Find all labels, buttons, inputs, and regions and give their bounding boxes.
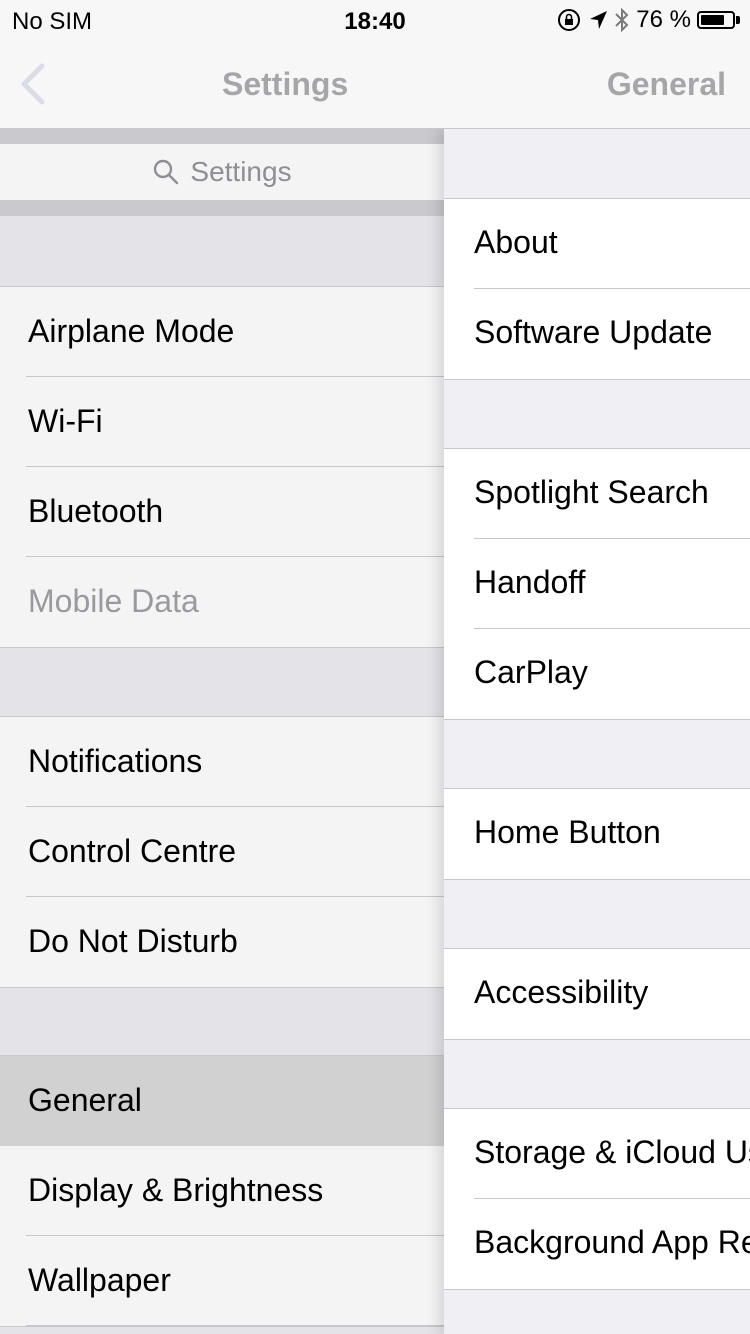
search-bar: Settings	[0, 129, 444, 216]
battery-cap	[736, 16, 740, 24]
settings-item-label: Wallpaper	[28, 1262, 171, 1298]
settings-item-control-centre[interactable]: Control Centre	[0, 807, 444, 897]
settings-group-general: General Display & Brightness Wallpaper	[0, 1055, 444, 1327]
settings-item-wifi[interactable]: Wi-Fi	[0, 377, 444, 467]
settings-group-connectivity: Airplane Mode Wi-Fi Bluetooth Mobile Dat…	[0, 286, 444, 648]
status-bar: No SIM 18:40 76 %	[0, 0, 750, 40]
settings-item-label: Notifications	[28, 743, 203, 779]
general-item-home-button[interactable]: Home Button	[444, 789, 750, 879]
general-item-software-update[interactable]: Software Update	[444, 289, 750, 379]
settings-item-display-brightness[interactable]: Display & Brightness	[0, 1146, 444, 1236]
bluetooth-icon	[615, 7, 629, 33]
general-item-label: Storage & iCloud Usage	[474, 1134, 750, 1170]
nav-title-general: General	[606, 66, 726, 102]
settings-item-label: Mobile Data	[28, 583, 199, 619]
search-placeholder: Settings	[190, 156, 292, 187]
settings-item-bluetooth[interactable]: Bluetooth	[0, 467, 444, 557]
general-group-storage: Storage & iCloud Usage Background App Re…	[444, 1108, 750, 1290]
general-item-spotlight-search[interactable]: Spotlight Search	[444, 449, 750, 539]
settings-item-general[interactable]: General	[0, 1056, 444, 1146]
settings-item-mobile-data: Mobile Data	[0, 557, 444, 647]
general-item-label: Software Update	[474, 314, 713, 350]
general-item-label: Spotlight Search	[474, 474, 709, 510]
search-icon	[154, 159, 179, 185]
general-item-label: Background App Refresh	[474, 1224, 750, 1260]
general-group-features: Spotlight Search Handoff CarPlay	[444, 448, 750, 720]
general-item-background-app-refresh[interactable]: Background App Refresh	[444, 1199, 750, 1289]
general-item-label: CarPlay	[474, 654, 588, 690]
settings-item-wallpaper[interactable]: Wallpaper	[0, 1236, 444, 1326]
general-item-handoff[interactable]: Handoff	[444, 539, 750, 629]
general-item-label: Handoff	[474, 564, 586, 600]
general-group-home-button: Home Button	[444, 788, 750, 880]
chevron-left-icon[interactable]	[16, 62, 56, 106]
settings-item-airplane-mode[interactable]: Airplane Mode	[0, 287, 444, 377]
settings-item-do-not-disturb[interactable]: Do Not Disturb	[0, 897, 444, 987]
settings-item-label: Airplane Mode	[28, 313, 235, 349]
settings-item-label: Control Centre	[28, 833, 237, 869]
general-item-label: Accessibility	[474, 974, 649, 1010]
settings-pane: Settings Airplane Mode Wi-Fi Bluetooth M…	[0, 129, 444, 1334]
general-item-carplay[interactable]: CarPlay	[444, 629, 750, 719]
general-group-about: About Software Update	[444, 198, 750, 380]
location-arrow-icon	[590, 11, 608, 29]
nav-title-settings: Settings	[222, 66, 349, 102]
general-item-about[interactable]: About	[444, 199, 750, 289]
battery-icon	[697, 11, 735, 29]
settings-group-notifications: Notifications Control Centre Do Not Dist…	[0, 716, 444, 988]
settings-item-label: Wi-Fi	[28, 403, 103, 439]
settings-item-label: Display & Brightness	[28, 1172, 324, 1208]
settings-item-notifications[interactable]: Notifications	[0, 717, 444, 807]
orientation-lock-icon	[558, 9, 581, 31]
general-item-accessibility[interactable]: Accessibility	[444, 949, 750, 1039]
general-item-storage-icloud[interactable]: Storage & iCloud Usage	[444, 1109, 750, 1199]
settings-item-label: Bluetooth	[28, 493, 164, 529]
row-divider	[26, 1325, 444, 1326]
status-icons: 76 %	[556, 6, 740, 34]
general-item-label: Home Button	[474, 814, 661, 850]
settings-item-label: Do Not Disturb	[28, 923, 238, 959]
general-item-label: About	[474, 224, 558, 260]
general-group-accessibility: Accessibility	[444, 948, 750, 1040]
settings-item-label: General	[28, 1082, 142, 1118]
general-pane: About Software Update Spotlight Search H…	[444, 129, 750, 1334]
navigation-bar: Settings General	[0, 40, 750, 129]
battery-level	[701, 15, 724, 25]
battery-percent: 76 %	[636, 6, 691, 33]
search-input[interactable]: Settings	[0, 144, 444, 200]
